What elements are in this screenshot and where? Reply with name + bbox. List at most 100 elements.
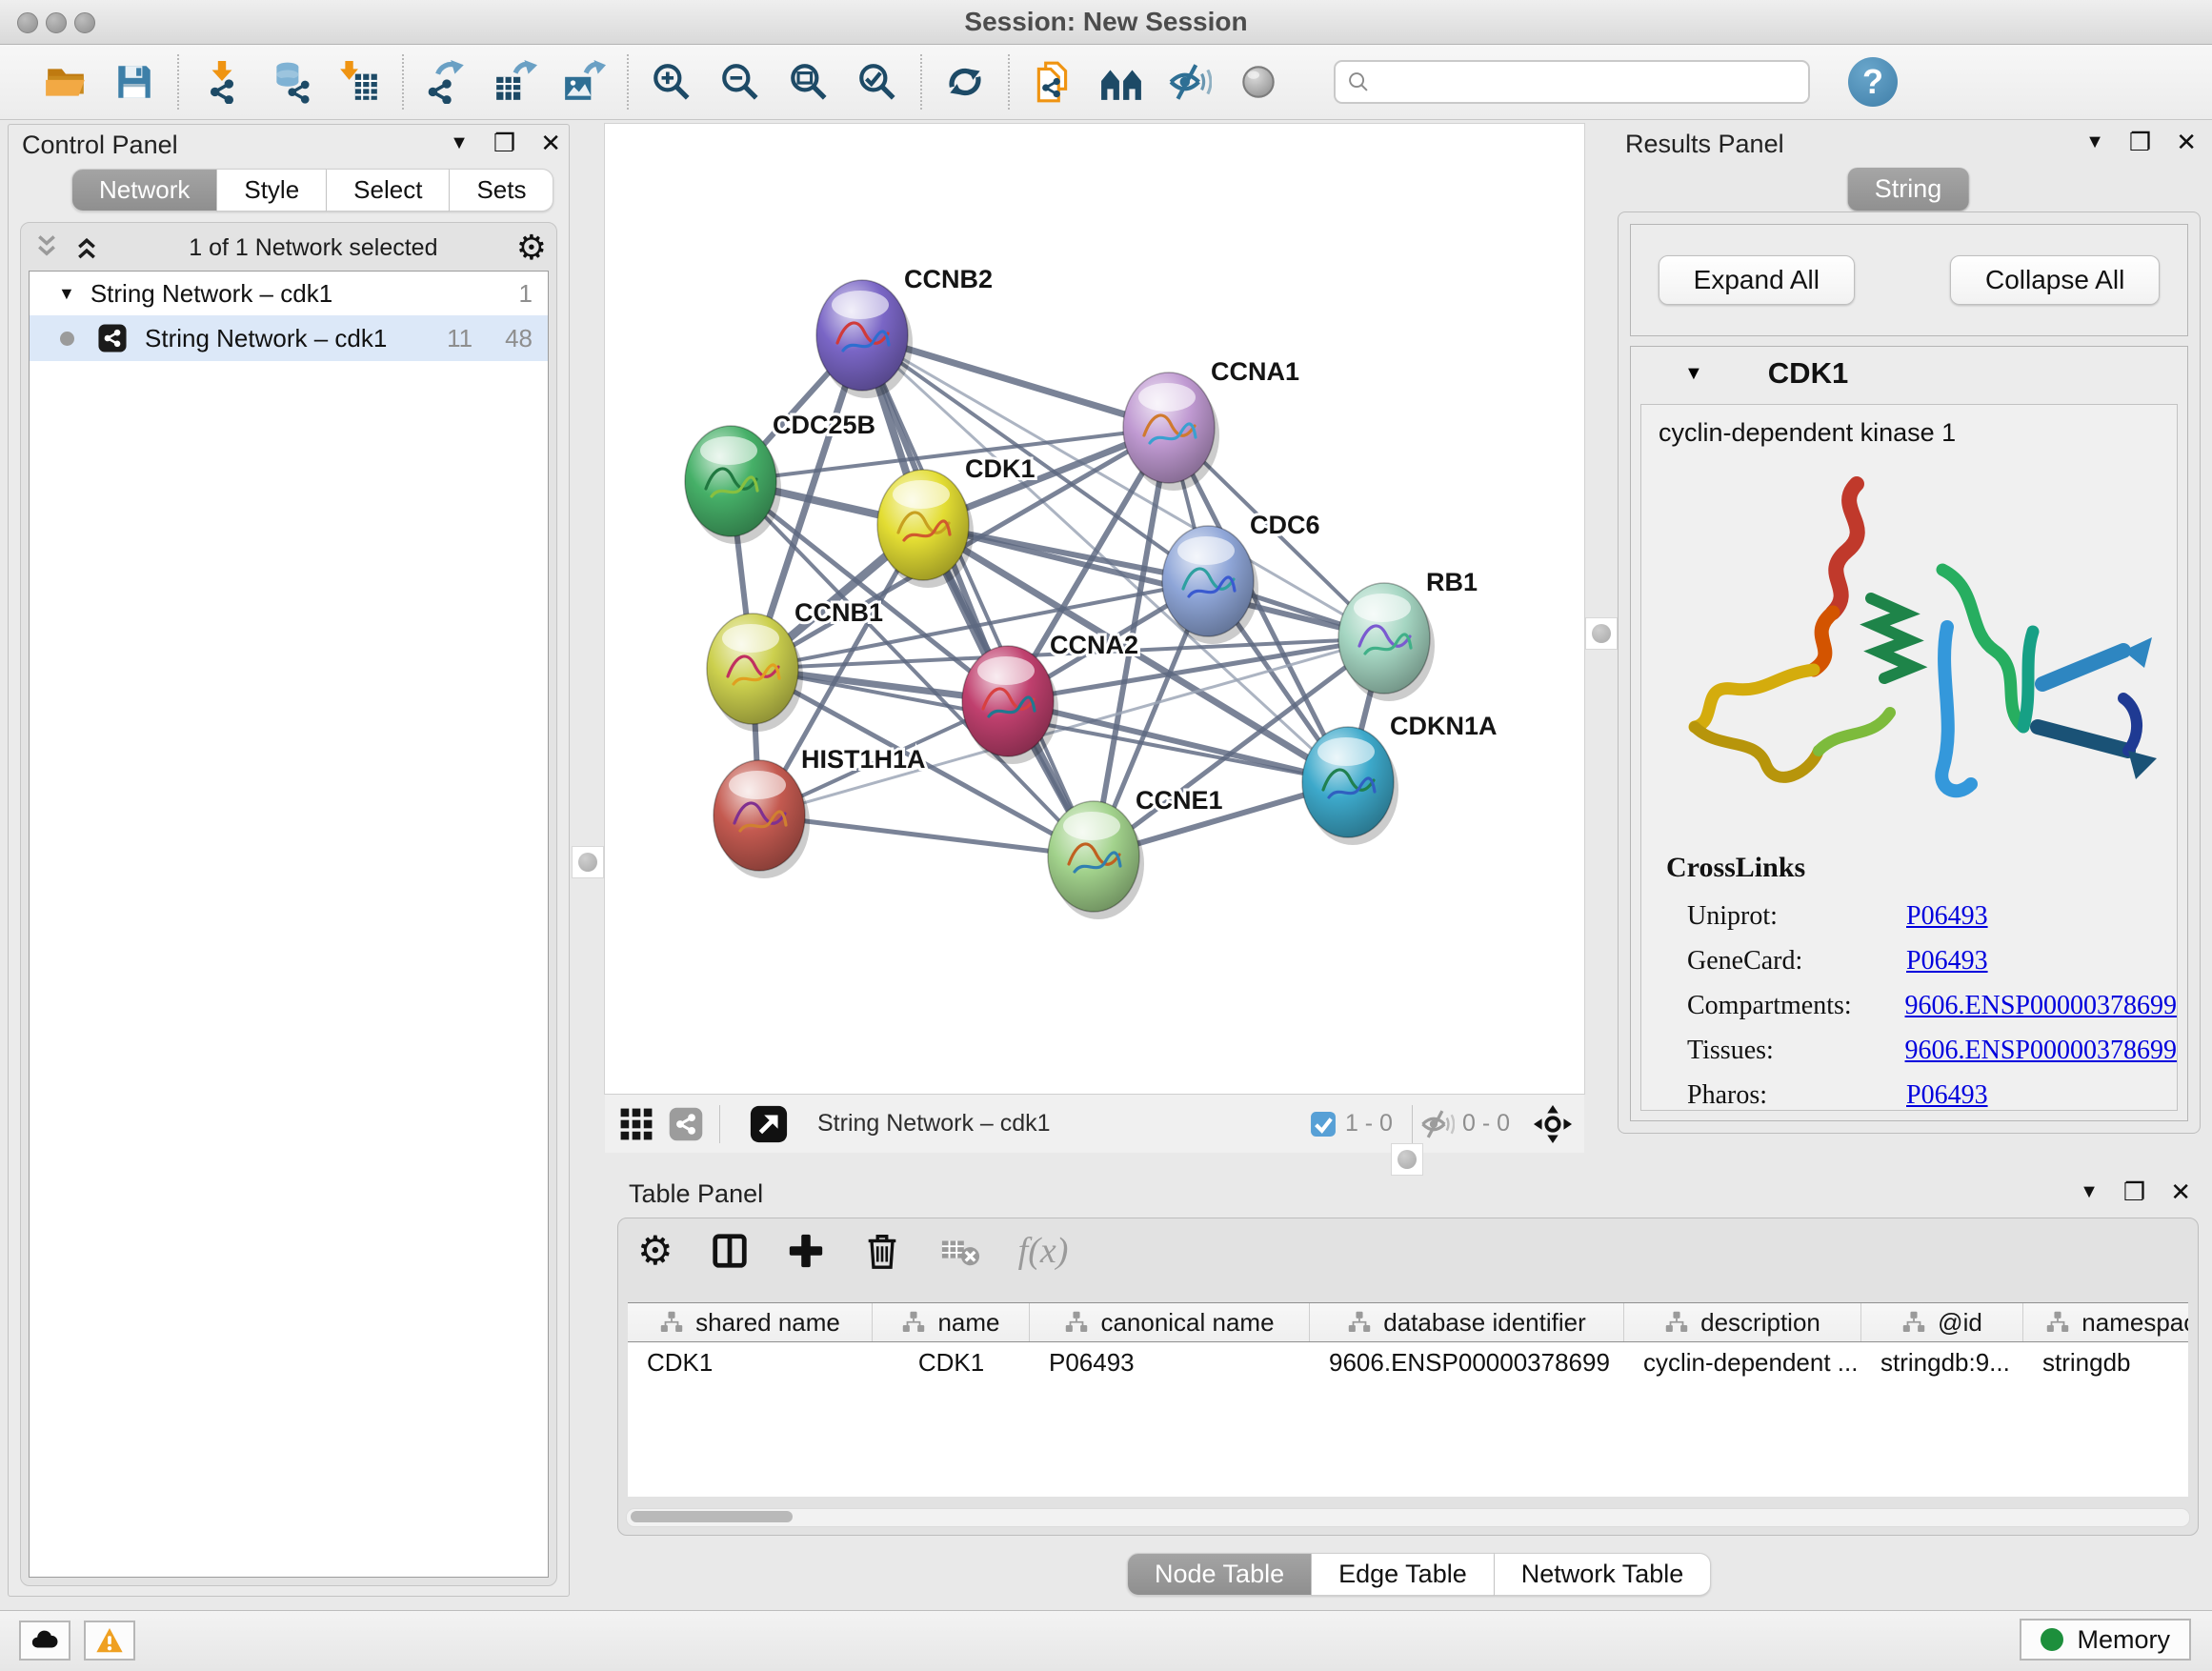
- crosslink-link[interactable]: 9606.ENSP00000378699: [1905, 1036, 2177, 1066]
- attribute-type-icon: [1901, 1310, 1926, 1335]
- warnings-button[interactable]: [84, 1621, 135, 1661]
- crosslink-link[interactable]: 9606.ENSP00000378699: [1905, 991, 2177, 1021]
- node-CCNE1[interactable]: CCNE1: [1048, 786, 1223, 919]
- clipboard-network-icon[interactable]: [1031, 60, 1075, 104]
- table-cell[interactable]: stringdb: [2023, 1342, 2188, 1382]
- node-label-CCNE1: CCNE1: [1136, 786, 1223, 815]
- node-HIST1H1A[interactable]: HIST1H1A: [714, 745, 926, 878]
- toolbar-group: [631, 60, 918, 104]
- network-row-selected[interactable]: String Network – cdk1 11 48: [30, 315, 548, 361]
- export-network-icon[interactable]: [425, 60, 469, 104]
- network-selection-summary: 1 of 1 Network selected: [111, 234, 516, 262]
- save-session-icon[interactable]: [112, 60, 156, 104]
- gene-collapse-icon[interactable]: ▼: [1684, 363, 1703, 385]
- node-CDC6[interactable]: CDC6: [1162, 511, 1320, 644]
- table-cell[interactable]: stringdb:9...: [1861, 1342, 2023, 1382]
- network-view-type-icon[interactable]: [668, 1106, 704, 1142]
- grid-view-icon[interactable]: [618, 1106, 654, 1142]
- tab-node-table[interactable]: Node Table: [1127, 1553, 1312, 1596]
- global-search-input[interactable]: [1334, 60, 1810, 104]
- tab-edge-table[interactable]: Edge Table: [1312, 1553, 1495, 1596]
- zoom-fit-icon[interactable]: [787, 60, 831, 104]
- collapse-all-button[interactable]: Collapse All: [1950, 255, 2160, 305]
- results-float-icon[interactable]: ❐: [2129, 128, 2151, 157]
- refresh-network-icon[interactable]: [943, 60, 987, 104]
- table-float-icon[interactable]: ❐: [2123, 1178, 2145, 1207]
- column-header-database-identifier[interactable]: database identifier: [1310, 1303, 1624, 1341]
- zoom-selected-icon[interactable]: [855, 60, 899, 104]
- export-table-icon[interactable]: [493, 60, 537, 104]
- tab-network-table[interactable]: Network Table: [1495, 1553, 1712, 1596]
- import-table-file-icon[interactable]: [337, 60, 381, 104]
- node-CDKN1A[interactable]: CDKN1A: [1302, 712, 1498, 845]
- network-view-toolbar: String Network – cdk1 1 - 0 0 - 0: [605, 1094, 1584, 1153]
- table-options-gear-icon[interactable]: ⚙: [637, 1234, 674, 1268]
- selected-nodes-checkbox-icon[interactable]: [1309, 1110, 1337, 1138]
- node-RB1[interactable]: RB1: [1338, 568, 1478, 701]
- open-view-icon[interactable]: [749, 1104, 789, 1144]
- show-columns-icon[interactable]: [710, 1231, 750, 1271]
- column-header-canonical-name[interactable]: canonical name: [1030, 1303, 1310, 1341]
- splitter-handle-bottom[interactable]: [1391, 1143, 1423, 1176]
- tab-style[interactable]: Style: [217, 169, 327, 211]
- table-cell[interactable]: 9606.ENSP00000378699: [1310, 1342, 1624, 1382]
- table-cell[interactable]: cyclin-dependent ...: [1624, 1342, 1861, 1382]
- show-all-icon[interactable]: [1237, 60, 1280, 104]
- crosslink-link[interactable]: P06493: [1906, 1080, 1988, 1111]
- collapse-all-networks-icon[interactable]: [30, 232, 63, 264]
- memory-button[interactable]: Memory: [2020, 1619, 2191, 1661]
- import-network-file-icon[interactable]: [200, 60, 244, 104]
- first-neighbors-icon[interactable]: [1099, 60, 1143, 104]
- table-row[interactable]: CDK1CDK1P064939606.ENSP00000378699cyclin…: [628, 1342, 2188, 1382]
- tab-sets[interactable]: Sets: [450, 169, 553, 211]
- results-menu-icon[interactable]: ▼: [2085, 131, 2104, 153]
- panel-menu-icon[interactable]: ▼: [450, 132, 469, 154]
- table-cell[interactable]: P06493: [1030, 1342, 1310, 1382]
- memory-status-dot: [2041, 1628, 2063, 1651]
- column-header-namespace[interactable]: namespace: [2023, 1303, 2188, 1341]
- help-button[interactable]: ?: [1848, 57, 1898, 107]
- table-close-icon[interactable]: ✕: [2170, 1178, 2191, 1207]
- node-table[interactable]: shared namenamecanonical namedatabase id…: [628, 1302, 2188, 1497]
- zoom-in-icon[interactable]: [650, 60, 694, 104]
- table-cell[interactable]: CDK1: [628, 1342, 873, 1382]
- tab-select[interactable]: Select: [327, 169, 450, 211]
- add-column-icon[interactable]: [786, 1231, 826, 1271]
- column-header--id[interactable]: @id: [1861, 1303, 2023, 1341]
- zoom-out-icon[interactable]: [718, 60, 762, 104]
- table-menu-icon[interactable]: ▼: [2080, 1181, 2099, 1203]
- attribute-type-icon: [1664, 1310, 1689, 1335]
- export-image-icon[interactable]: [562, 60, 606, 104]
- column-header-description[interactable]: description: [1624, 1303, 1861, 1341]
- edge-CCNB2-CCNE1[interactable]: [862, 335, 1094, 856]
- current-network-indicator: [60, 332, 74, 346]
- network-canvas[interactable]: CCNB2CCNA1CDC25BCDK1CDC6RB1CCNB1CCNA2CDK…: [605, 124, 1584, 1094]
- node-CCNB2[interactable]: CCNB2: [816, 265, 993, 398]
- hide-selected-icon[interactable]: [1168, 60, 1212, 104]
- table-cell[interactable]: CDK1: [873, 1342, 1030, 1382]
- crosslink-link[interactable]: P06493: [1906, 901, 1988, 932]
- birdseye-navigator-icon[interactable]: [1533, 1104, 1573, 1144]
- column-header-name[interactable]: name: [873, 1303, 1030, 1341]
- cloud-status-button[interactable]: [19, 1621, 70, 1661]
- network-options-gear-icon[interactable]: ⚙: [516, 231, 547, 265]
- column-header-shared-name[interactable]: shared name: [628, 1303, 873, 1341]
- close-panel-icon[interactable]: ✕: [540, 129, 561, 158]
- network-graph[interactable]: CCNB2CCNA1CDC25BCDK1CDC6RB1CCNB1CCNA2CDK…: [605, 124, 1584, 1094]
- crosslink-link[interactable]: P06493: [1906, 946, 1988, 976]
- tab-network[interactable]: Network: [71, 169, 217, 211]
- table-hscrollbar-thumb[interactable]: [631, 1511, 793, 1522]
- delete-column-icon[interactable]: [862, 1231, 902, 1271]
- results-close-icon[interactable]: ✕: [2176, 128, 2197, 157]
- float-panel-icon[interactable]: ❐: [493, 129, 515, 158]
- network-collection-row[interactable]: ▼ String Network – cdk1 1: [30, 272, 548, 315]
- expand-all-button[interactable]: Expand All: [1659, 255, 1855, 305]
- splitter-handle-left[interactable]: [572, 846, 604, 878]
- expand-all-networks-icon[interactable]: [70, 232, 103, 264]
- tab-string[interactable]: String: [1848, 168, 1969, 211]
- edge-CCNA2-CDKN1A[interactable]: [1008, 701, 1348, 782]
- import-network-database-icon[interactable]: [269, 60, 312, 104]
- node-CDC25B[interactable]: CDC25B: [685, 411, 875, 544]
- collection-expand-icon[interactable]: ▼: [58, 284, 75, 304]
- open-session-icon[interactable]: [44, 60, 88, 104]
